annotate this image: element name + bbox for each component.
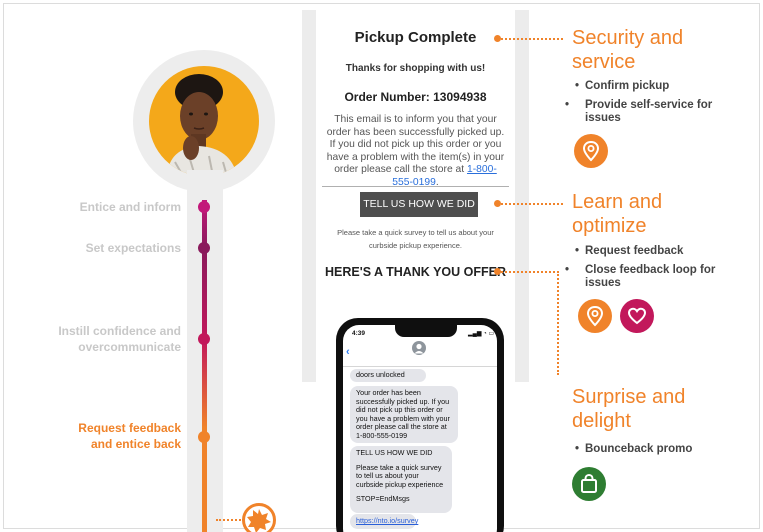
stage-dot-expectations	[198, 242, 210, 254]
connector-dot	[494, 200, 501, 207]
starburst-badge-icon	[242, 503, 276, 532]
stage-label-feedback: Request feedback and entice back	[78, 421, 181, 451]
journey-line-top	[202, 200, 207, 340]
feedback-button[interactable]: TELL US HOW WE DID	[360, 192, 478, 217]
surprise-bullet: • Bounceback promo	[575, 443, 693, 455]
connector-learn	[501, 203, 563, 205]
contact-avatar-icon[interactable]	[412, 341, 426, 355]
stage-label-confidence: Instill confidence and overcommunicate	[58, 324, 181, 354]
stage-dot-confidence	[198, 333, 210, 345]
surprise-title: Surprise and delight	[572, 386, 686, 432]
sms-bubble-survey: TELL US HOW WE DID Please take a quick s…	[350, 446, 452, 513]
sms-cta: TELL US HOW WE DID	[356, 448, 433, 457]
email-offer-heading: HERE'S A THANK YOU OFFER	[325, 265, 506, 279]
connector-dot	[494, 35, 501, 42]
email-order-number: Order Number: 13094938	[344, 90, 487, 104]
stage-label-entice: Entice and inform	[79, 200, 181, 214]
stage-label-expectations: Set expectations	[85, 241, 181, 255]
sms-stop-text: STOP=EndMsgs	[356, 494, 410, 503]
stage-dot-feedback	[198, 431, 210, 443]
email-title: Pickup Complete	[354, 29, 477, 46]
heart-icon	[620, 299, 654, 333]
sms-survey-text: Please take a quick survey to tell us ab…	[356, 462, 444, 489]
back-chevron-icon[interactable]: ‹	[346, 346, 350, 358]
phone-header-divider	[343, 366, 497, 367]
sms-link-bubble: https://nto.io/survey	[350, 514, 418, 529]
learn-bullet: • Request feedback	[575, 245, 684, 257]
location-pin-icon	[574, 134, 608, 168]
email-survey-text: Please take a quick survey to tell us ab…	[337, 228, 494, 250]
connector-security	[501, 38, 563, 40]
connector-surprise-v	[557, 271, 559, 375]
learn-bullet: • Close feedback loop for issues	[565, 264, 716, 289]
connector-dot	[494, 268, 501, 275]
location-pin-icon	[578, 299, 612, 333]
avatar	[149, 66, 259, 176]
person-thinking-avatar	[167, 74, 237, 176]
email-body: This email is to inform you that your or…	[326, 114, 505, 188]
sms-bubble: doors unlocked	[350, 369, 426, 382]
connector-surprise-h	[501, 271, 559, 273]
sms-bubble: Your order has been successfully picked …	[350, 386, 458, 443]
security-title: Security and service	[572, 27, 684, 73]
phone-notch	[395, 324, 457, 337]
learn-title: Learn and optimize	[572, 191, 663, 237]
email-thanks: Thanks for shopping with us!	[345, 63, 486, 74]
survey-link[interactable]: https://nto.io/survey	[356, 516, 418, 525]
phone-time: 4:39	[352, 330, 366, 337]
stage-dot-entice	[198, 201, 210, 213]
shopping-bag-icon	[572, 467, 606, 501]
signal-wifi-battery-icons: ▂▄▆ ◔ ▭	[468, 331, 495, 337]
security-bullet: • Provide self-service for issues	[565, 99, 713, 124]
email-divider	[322, 186, 509, 187]
security-bullet: • Confirm pickup	[575, 80, 670, 92]
badge-connector	[216, 519, 244, 521]
